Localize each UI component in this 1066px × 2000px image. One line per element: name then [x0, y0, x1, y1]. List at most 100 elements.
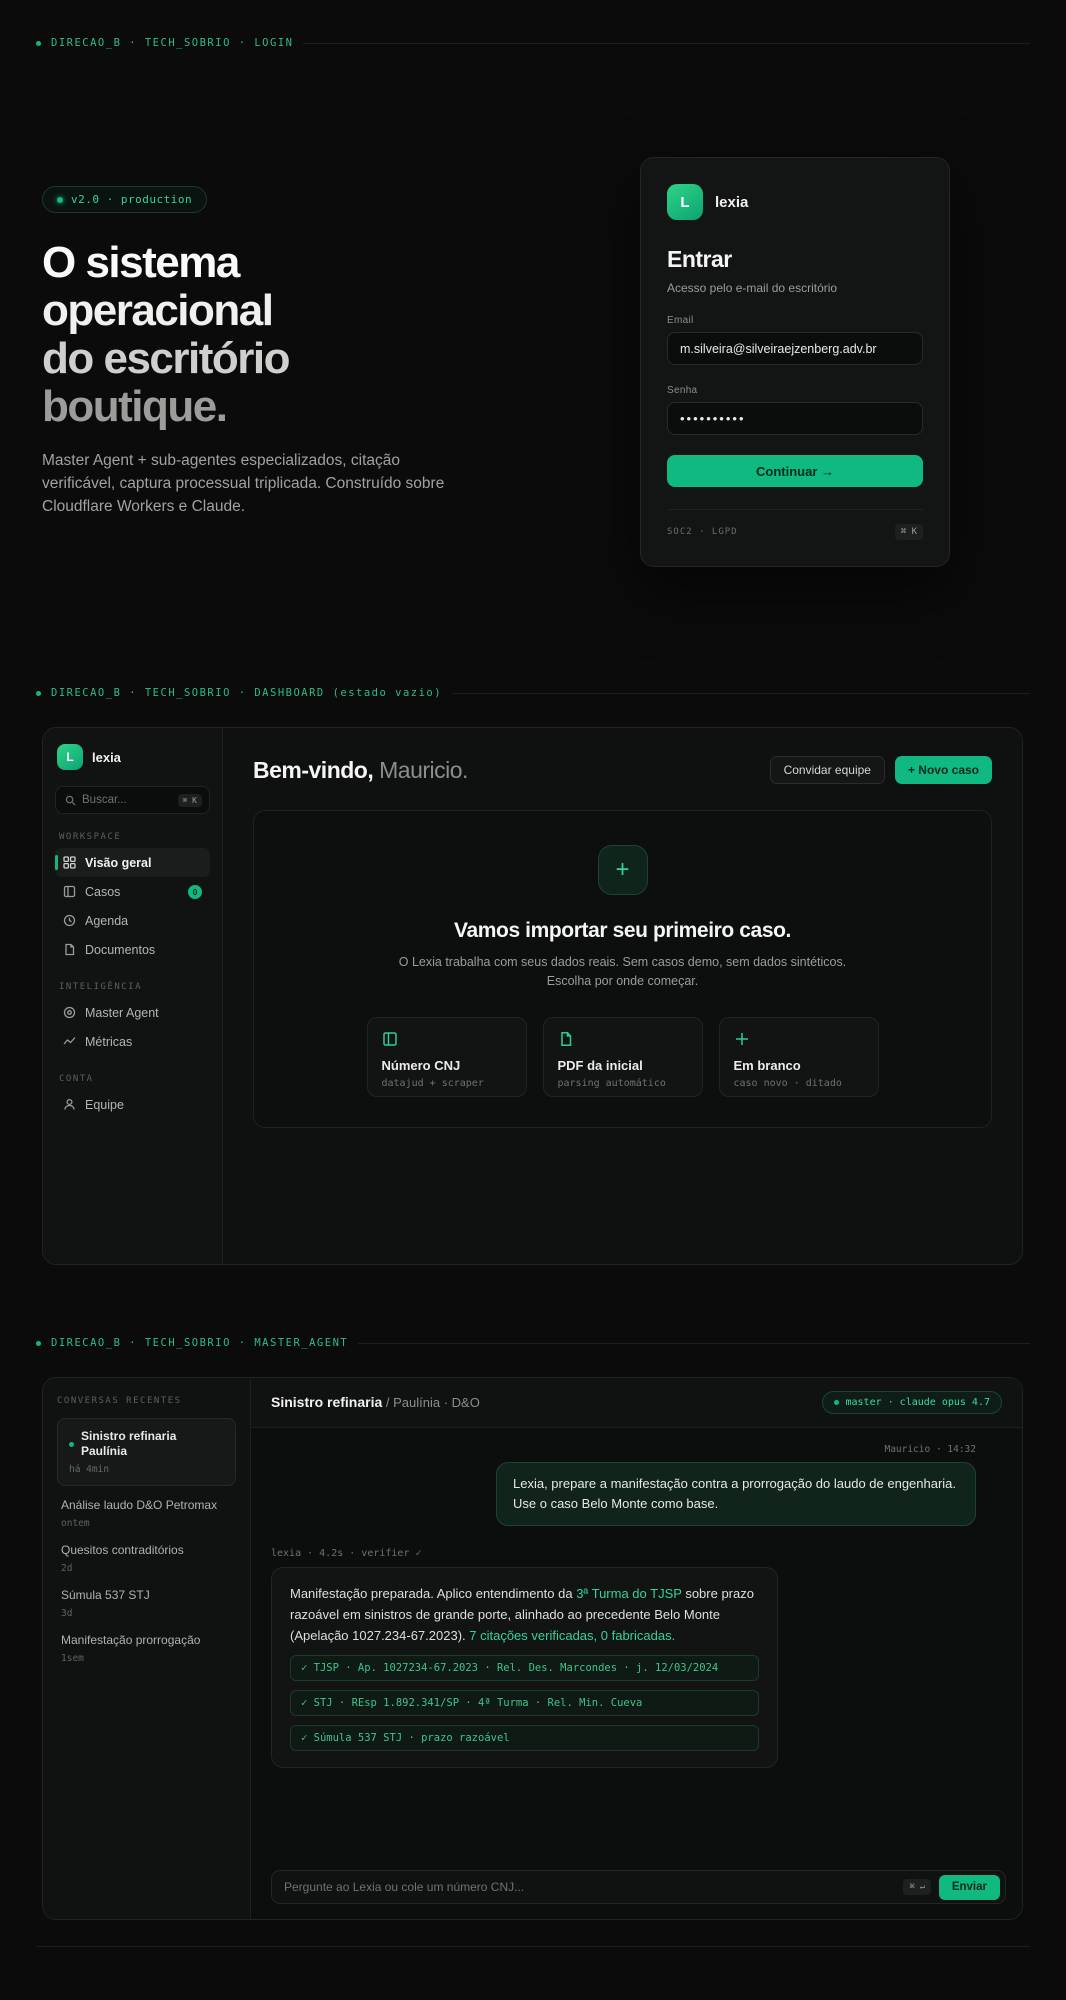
active-dot-icon	[69, 1441, 74, 1447]
chat-body: Mauricio · 14:32 Lexia, prepare a manife…	[251, 1428, 1022, 1919]
section-dashboard: DIRECAO_B · TECH_SOBRIO · DASHBOARD (est…	[0, 687, 1066, 1343]
lexia-logo-icon: L	[57, 744, 83, 770]
conversation-time: há 4min	[69, 1464, 110, 1475]
bottom-divider	[36, 1946, 1030, 1947]
sidebar-item-label: Equipe	[85, 1097, 124, 1112]
section-label: DIRECAO_B · TECH_SOBRIO · MASTER_AGENT	[51, 1337, 349, 1349]
hero-title-line: boutique.	[42, 382, 228, 431]
login-divider	[667, 509, 923, 510]
conversations-sidebar: CONVERSAS RECENTES Sinistro refinaria Pa…	[43, 1378, 251, 1919]
option-subtitle: datajud + scraper	[381, 1078, 484, 1089]
section-bullet-icon	[36, 40, 41, 46]
password-field[interactable]	[667, 402, 923, 435]
import-options: Número CNJ datajud + scraper PDF da inic…	[366, 1017, 879, 1097]
section-label: DIRECAO_B · TECH_SOBRIO · DASHBOARD (est…	[51, 687, 443, 699]
chat-input-bar: ⌘ ↵ Enviar	[271, 1870, 1006, 1904]
password-label: Senha	[667, 385, 698, 396]
citation-chip[interactable]: ✓ STJ · REsp 1.892.341/SP · 4ª Turma · R…	[290, 1690, 759, 1716]
option-numero-cnj[interactable]: Número CNJ datajud + scraper	[366, 1017, 527, 1097]
chat-header: Sinistro refinaria / Paulínia · D&O mast…	[251, 1378, 1022, 1428]
section-header-dashboard: DIRECAO_B · TECH_SOBRIO · DASHBOARD (est…	[36, 687, 1030, 699]
welcome-name: Mauricio.	[373, 756, 468, 783]
citation-chip[interactable]: ✓ Súmula 537 STJ · prazo razoável	[290, 1725, 759, 1751]
dashboard-window: L lexia Buscar... ⌘ K WORKSPACE Visão ge…	[42, 727, 1023, 1265]
new-case-button[interactable]: + Novo caso	[894, 756, 992, 784]
welcome-heading: Bem-vindo, Mauricio.	[253, 757, 468, 784]
sidebar-item-label: Casos	[85, 884, 121, 899]
conversation-item[interactable]: Análise laudo D&O Petromax ontem	[57, 1486, 236, 1531]
conversation-title: Manifestação prorrogação	[61, 1633, 201, 1647]
compliance-label: SOC2 · LGPD	[667, 527, 738, 537]
hero-title-line: operacional	[42, 286, 274, 335]
conversation-time: 3d	[61, 1608, 73, 1619]
lexia-logo-icon: L	[667, 184, 703, 220]
file-icon	[558, 1031, 688, 1048]
brand-name: lexia	[92, 749, 121, 765]
conversations-label: CONVERSAS RECENTES	[57, 1396, 182, 1406]
sidebar-item-metricas[interactable]: Métricas	[55, 1027, 210, 1056]
sidebar-item-label: Master Agent	[85, 1005, 159, 1020]
agent-text-part: Manifestação preparada. Aplico entendime…	[290, 1586, 577, 1601]
master-agent-window: CONVERSAS RECENTES Sinistro refinaria Pa…	[42, 1377, 1023, 1920]
sidebar-section-label: CONTA	[59, 1074, 94, 1084]
metrics-icon	[63, 1037, 76, 1045]
sidebar-item-visao-geral[interactable]: Visão geral	[55, 848, 210, 877]
conversation-time: ontem	[61, 1518, 90, 1529]
hero-title-line: O sistema	[42, 238, 240, 287]
email-label: Email	[667, 315, 694, 326]
section-bullet-icon	[36, 690, 41, 696]
sidebar-section-label: WORKSPACE	[59, 832, 122, 842]
chat-title: Sinistro refinaria / Paulínia · D&O	[271, 1394, 480, 1412]
conversation-title: Sinistro refinaria Paulínia	[81, 1429, 177, 1458]
dashboard-sidebar: L lexia Buscar... ⌘ K WORKSPACE Visão ge…	[43, 728, 223, 1264]
continue-button[interactable]: Continuar →	[667, 455, 923, 487]
search-icon	[65, 795, 76, 806]
conversation-time: 1sem	[61, 1653, 84, 1664]
sidebar-item-master-agent[interactable]: Master Agent	[55, 998, 210, 1027]
conversation-item[interactable]: Manifestação prorrogação 1sem	[57, 1621, 236, 1666]
plus-icon	[734, 1031, 864, 1048]
empty-state-title: Vamos importar seu primeiro caso.	[454, 919, 791, 942]
hero-subtitle: Master Agent + sub-agentes especializado…	[42, 452, 445, 515]
search-input[interactable]: Buscar... ⌘ K	[55, 786, 210, 814]
sidebar-item-equipe[interactable]: Equipe	[55, 1090, 210, 1119]
option-title: Número CNJ	[381, 1058, 461, 1073]
page: DIRECAO_B · TECH_SOBRIO · LOGIN v2.0 · p…	[0, 0, 1066, 2000]
agent-text-highlight: 3ª Turma do TJSP	[576, 1586, 682, 1601]
option-title: PDF da inicial	[557, 1058, 643, 1073]
sidebar-item-documentos[interactable]: Documentos	[55, 935, 210, 964]
chat-input[interactable]	[284, 1880, 896, 1894]
send-button[interactable]: Enviar	[938, 1874, 1000, 1900]
search-placeholder: Buscar...	[82, 794, 127, 806]
conversation-item[interactable]: Quesitos contraditórios 2d	[57, 1531, 236, 1576]
conversation-item-active[interactable]: Sinistro refinaria Paulínia há 4min	[57, 1418, 236, 1486]
conversation-title: Súmula 537 STJ	[61, 1588, 150, 1602]
agent-message-card: Manifestação preparada. Aplico entendime…	[271, 1567, 778, 1768]
login-footer: SOC2 · LGPD ⌘ K	[667, 524, 923, 540]
version-badge-label: v2.0 · production	[71, 193, 193, 206]
section-login: DIRECAO_B · TECH_SOBRIO · LOGIN v2.0 · p…	[0, 0, 1066, 693]
sidebar-item-casos[interactable]: Casos 0	[55, 877, 210, 906]
cmd-k-shortcut[interactable]: ⌘ K	[894, 524, 923, 540]
sidebar-item-label: Visão geral	[85, 855, 152, 870]
conversation-item[interactable]: Súmula 537 STJ 3d	[57, 1576, 236, 1621]
section-label: DIRECAO_B · TECH_SOBRIO · LOGIN	[51, 37, 294, 49]
cmd-enter-shortcut: ⌘ ↵	[903, 1879, 931, 1895]
section-bullet-icon	[36, 1340, 41, 1346]
sidebar-item-label: Agenda	[85, 913, 129, 928]
citation-chip[interactable]: ✓ TJSP · Ap. 1027234-67.2023 · Rel. Des.…	[290, 1655, 759, 1681]
sidebar-item-agenda[interactable]: Agenda	[55, 906, 210, 935]
email-field[interactable]	[667, 332, 923, 365]
plus-icon[interactable]: +	[597, 845, 648, 895]
status-dot-icon	[57, 196, 63, 203]
document-icon	[65, 943, 75, 956]
invite-team-button[interactable]: Convidar equipe	[769, 756, 885, 784]
option-pdf-inicial[interactable]: PDF da inicial parsing automático	[542, 1017, 703, 1097]
login-subtitle: Acesso pelo e-mail do escritório	[667, 281, 838, 295]
section-header-master-agent: DIRECAO_B · TECH_SOBRIO · MASTER_AGENT	[36, 1337, 1030, 1349]
section-header-login: DIRECAO_B · TECH_SOBRIO · LOGIN	[36, 37, 1030, 49]
chat-title-sub: / Paulínia · D&O	[382, 1394, 480, 1410]
conversation-title: Quesitos contraditórios	[61, 1543, 184, 1557]
conversation-title: Análise laudo D&O Petromax	[61, 1498, 218, 1512]
option-em-branco[interactable]: Em branco caso novo · ditado	[718, 1017, 879, 1097]
